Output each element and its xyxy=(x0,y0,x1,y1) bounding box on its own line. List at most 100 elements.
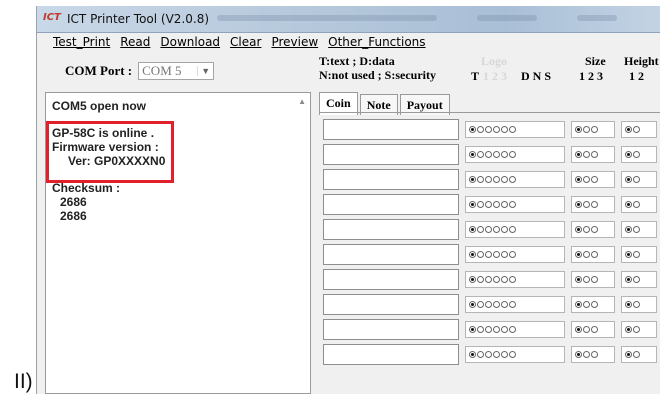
radio-button-icon[interactable] xyxy=(501,351,508,358)
radio-button-icon[interactable] xyxy=(485,226,492,233)
menu-test-print[interactable]: Test_Print xyxy=(53,35,110,49)
radio-button-icon[interactable] xyxy=(575,351,582,358)
radio-button-icon[interactable] xyxy=(625,276,632,283)
radio-button-icon[interactable] xyxy=(509,276,516,283)
radio-button-icon[interactable] xyxy=(591,151,598,158)
radio-button-icon[interactable] xyxy=(469,301,476,308)
radio-button-icon[interactable] xyxy=(501,226,508,233)
radio-button-icon[interactable] xyxy=(501,201,508,208)
row-text-input[interactable] xyxy=(323,319,459,340)
row-text-input[interactable] xyxy=(323,344,459,365)
radio-button-icon[interactable] xyxy=(477,251,484,258)
radio-button-icon[interactable] xyxy=(469,126,476,133)
radio-button-icon[interactable] xyxy=(469,251,476,258)
radio-button-icon[interactable] xyxy=(583,201,590,208)
radio-button-icon[interactable] xyxy=(485,276,492,283)
radio-button-icon[interactable] xyxy=(591,126,598,133)
radio-button-icon[interactable] xyxy=(501,126,508,133)
row-text-input[interactable] xyxy=(323,144,459,165)
row-text-input[interactable] xyxy=(323,294,459,315)
radio-button-icon[interactable] xyxy=(485,176,492,183)
radio-button-icon[interactable] xyxy=(575,226,582,233)
radio-button-icon[interactable] xyxy=(575,201,582,208)
radio-button-icon[interactable] xyxy=(625,326,632,333)
radio-button-icon[interactable] xyxy=(493,351,500,358)
radio-button-icon[interactable] xyxy=(477,176,484,183)
radio-button-icon[interactable] xyxy=(485,326,492,333)
radio-button-icon[interactable] xyxy=(493,151,500,158)
radio-button-icon[interactable] xyxy=(575,326,582,333)
radio-button-icon[interactable] xyxy=(469,226,476,233)
menu-read[interactable]: Read xyxy=(120,35,150,49)
radio-button-icon[interactable] xyxy=(485,201,492,208)
radio-button-icon[interactable] xyxy=(501,176,508,183)
radio-button-icon[interactable] xyxy=(493,176,500,183)
row-text-input[interactable] xyxy=(323,119,459,140)
log-output[interactable]: ▲ COM5 open now GP-58C is online . Firmw… xyxy=(45,92,311,394)
radio-button-icon[interactable] xyxy=(583,276,590,283)
radio-button-icon[interactable] xyxy=(509,176,516,183)
radio-button-icon[interactable] xyxy=(633,126,640,133)
radio-button-icon[interactable] xyxy=(625,226,632,233)
radio-button-icon[interactable] xyxy=(583,151,590,158)
radio-button-icon[interactable] xyxy=(485,301,492,308)
radio-button-icon[interactable] xyxy=(575,151,582,158)
radio-button-icon[interactable] xyxy=(591,301,598,308)
radio-button-icon[interactable] xyxy=(493,326,500,333)
scroll-up-arrow-icon[interactable]: ▲ xyxy=(298,97,306,106)
radio-button-icon[interactable] xyxy=(591,251,598,258)
radio-button-icon[interactable] xyxy=(509,301,516,308)
radio-button-icon[interactable] xyxy=(633,276,640,283)
radio-button-icon[interactable] xyxy=(625,126,632,133)
row-text-input[interactable] xyxy=(323,219,459,240)
radio-button-icon[interactable] xyxy=(633,301,640,308)
radio-button-icon[interactable] xyxy=(501,326,508,333)
radio-button-icon[interactable] xyxy=(509,251,516,258)
radio-button-icon[interactable] xyxy=(485,151,492,158)
radio-button-icon[interactable] xyxy=(633,351,640,358)
radio-button-icon[interactable] xyxy=(493,301,500,308)
radio-button-icon[interactable] xyxy=(583,251,590,258)
row-text-input[interactable] xyxy=(323,169,459,190)
radio-button-icon[interactable] xyxy=(625,176,632,183)
radio-button-icon[interactable] xyxy=(575,301,582,308)
radio-button-icon[interactable] xyxy=(469,326,476,333)
radio-button-icon[interactable] xyxy=(583,351,590,358)
radio-button-icon[interactable] xyxy=(485,126,492,133)
radio-button-icon[interactable] xyxy=(583,301,590,308)
menu-clear[interactable]: Clear xyxy=(230,35,261,49)
radio-button-icon[interactable] xyxy=(591,176,598,183)
radio-button-icon[interactable] xyxy=(477,226,484,233)
radio-button-icon[interactable] xyxy=(501,301,508,308)
radio-button-icon[interactable] xyxy=(477,201,484,208)
radio-button-icon[interactable] xyxy=(477,276,484,283)
radio-button-icon[interactable] xyxy=(625,201,632,208)
radio-button-icon[interactable] xyxy=(575,251,582,258)
radio-button-icon[interactable] xyxy=(469,201,476,208)
radio-button-icon[interactable] xyxy=(493,226,500,233)
radio-button-icon[interactable] xyxy=(575,276,582,283)
radio-button-icon[interactable] xyxy=(633,251,640,258)
radio-button-icon[interactable] xyxy=(493,276,500,283)
row-text-input[interactable] xyxy=(323,194,459,215)
radio-button-icon[interactable] xyxy=(633,176,640,183)
menu-other-functions[interactable]: Other_Functions xyxy=(328,35,425,49)
radio-button-icon[interactable] xyxy=(509,151,516,158)
radio-button-icon[interactable] xyxy=(591,201,598,208)
radio-button-icon[interactable] xyxy=(509,226,516,233)
radio-button-icon[interactable] xyxy=(469,351,476,358)
radio-button-icon[interactable] xyxy=(477,126,484,133)
radio-button-icon[interactable] xyxy=(583,176,590,183)
radio-button-icon[interactable] xyxy=(625,151,632,158)
radio-button-icon[interactable] xyxy=(509,351,516,358)
radio-button-icon[interactable] xyxy=(509,201,516,208)
radio-button-icon[interactable] xyxy=(469,276,476,283)
row-text-input[interactable] xyxy=(323,269,459,290)
radio-button-icon[interactable] xyxy=(633,201,640,208)
radio-button-icon[interactable] xyxy=(469,176,476,183)
radio-button-icon[interactable] xyxy=(625,301,632,308)
radio-button-icon[interactable] xyxy=(575,126,582,133)
radio-button-icon[interactable] xyxy=(469,151,476,158)
radio-button-icon[interactable] xyxy=(485,351,492,358)
radio-button-icon[interactable] xyxy=(591,276,598,283)
